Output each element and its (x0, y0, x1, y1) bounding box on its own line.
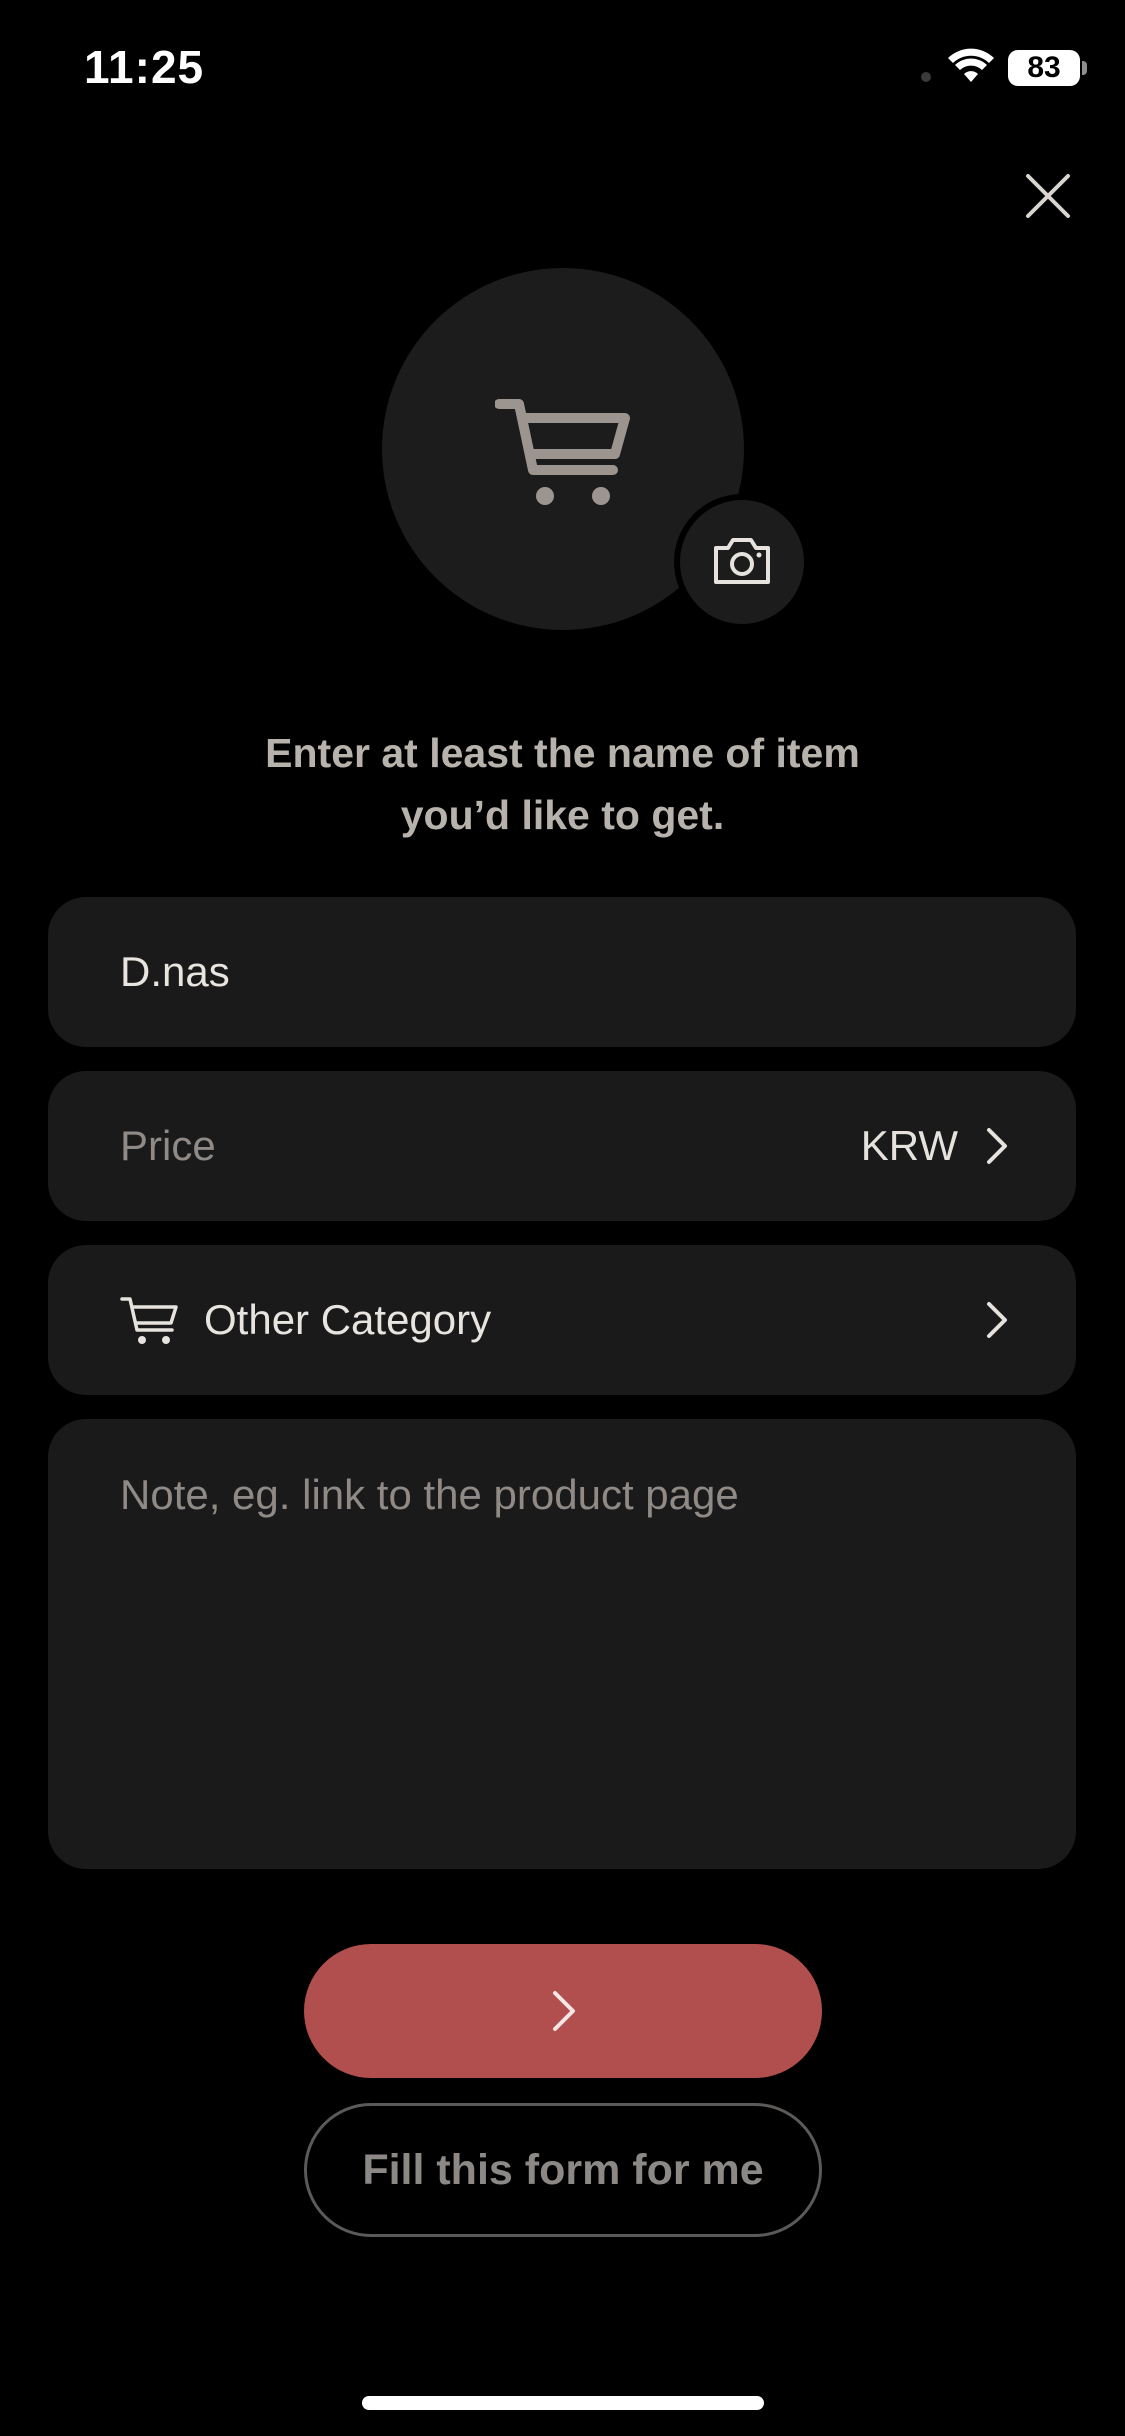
instruction-line-2: you’d like to get. (400, 792, 725, 838)
chevron-right-icon (987, 1302, 1007, 1338)
close-icon[interactable] (1020, 168, 1076, 224)
camera-button[interactable] (674, 494, 810, 630)
item-name-field[interactable]: D.nas (48, 897, 1076, 1047)
price-placeholder: Price (120, 1122, 216, 1169)
chevron-right-icon[interactable] (984, 1125, 1010, 1167)
camera-icon (714, 538, 770, 584)
chevron-right-icon (553, 1991, 575, 2031)
status-bar: 11:25 83 (0, 0, 1125, 140)
instruction-line-1: Enter at least the name of item (265, 730, 860, 776)
status-time: 11:25 (84, 41, 205, 93)
shopping-cart-icon (120, 1297, 178, 1344)
fill-form-button[interactable]: Fill this form for me (304, 2103, 822, 2237)
instruction-text: Enter at least the name of item you’d li… (150, 722, 975, 846)
battery-indicator: 83 (1008, 50, 1080, 86)
item-name-value: D.nas (120, 948, 230, 995)
home-indicator[interactable] (362, 2396, 764, 2410)
shopping-cart-icon (495, 399, 630, 505)
category-selector[interactable]: Other Category (48, 1245, 1076, 1395)
note-textarea[interactable]: Note, eg. link to the product page (48, 1419, 1076, 1869)
note-placeholder: Note, eg. link to the product page (120, 1471, 739, 1518)
privacy-dot-icon (921, 72, 931, 82)
category-label: Other Category (204, 1296, 492, 1343)
currency-selector[interactable]: KRW (861, 1122, 958, 1170)
battery-cap (1082, 61, 1087, 75)
price-field[interactable]: Price KRW (48, 1071, 1076, 1221)
next-button[interactable] (304, 1944, 822, 2078)
wifi-icon (948, 48, 994, 82)
